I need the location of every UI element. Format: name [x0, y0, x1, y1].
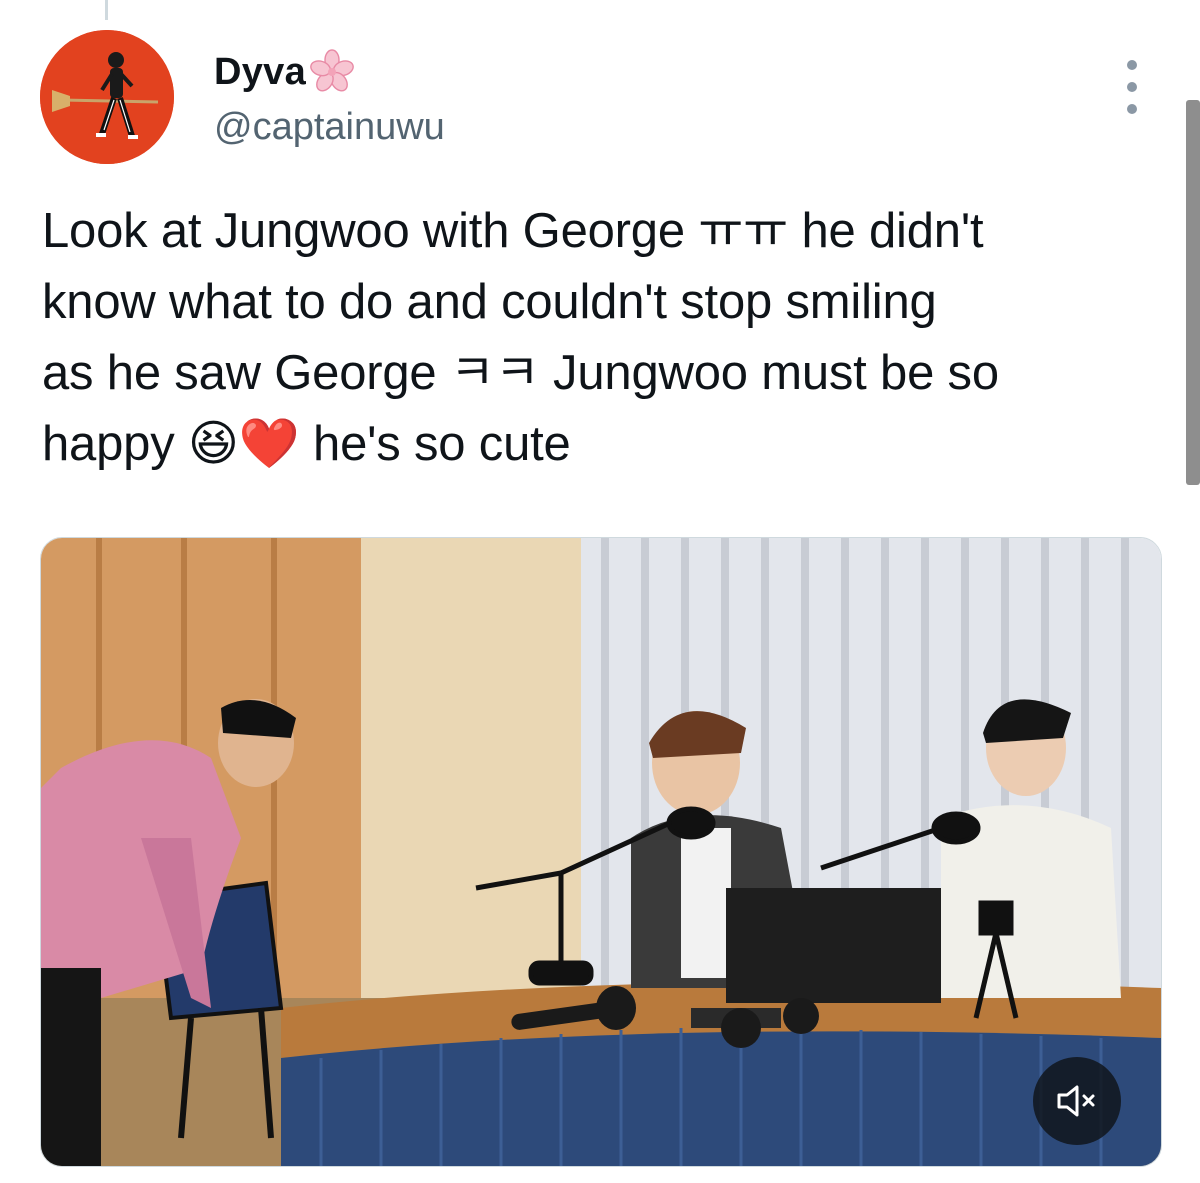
- laughing-emoji-icon: 😆: [187, 417, 239, 471]
- more-dot-icon: [1127, 104, 1137, 114]
- tweet-text-line: Look at Jungwoo with George ㅠㅠ he didn't: [42, 204, 984, 258]
- tweet-text-line: as he saw George ㅋㅋ Jungwoo must be so: [42, 346, 999, 400]
- tweet-text: Look at Jungwoo with George ㅠㅠ he didn't…: [42, 196, 1152, 480]
- avatar[interactable]: [40, 30, 174, 164]
- video-player[interactable]: [40, 537, 1162, 1167]
- avatar-illustration: [40, 30, 174, 164]
- scrollbar[interactable]: [1186, 100, 1200, 485]
- tweet-text-line: happy 😆❤️ he's so cute: [42, 409, 1152, 480]
- video-frame: [41, 538, 1161, 1166]
- display-name[interactable]: Dyva: [214, 51, 306, 94]
- thread-connector-line: [105, 0, 108, 20]
- cherry-blossom-icon: [310, 49, 354, 92]
- tweet-text-fragment: happy: [42, 417, 188, 471]
- tweet-text-fragment: he's so cute: [299, 417, 571, 471]
- speaker-muted-icon: [1057, 1085, 1095, 1117]
- more-options-button[interactable]: [1118, 60, 1146, 114]
- more-dot-icon: [1127, 82, 1137, 92]
- tweet-text-line: know what to do and couldn't stop smilin…: [42, 275, 937, 329]
- author-name-row[interactable]: Dyva: [214, 48, 356, 96]
- unmute-button[interactable]: [1033, 1057, 1121, 1145]
- more-dot-icon: [1127, 60, 1137, 70]
- user-handle[interactable]: @captainuwu: [214, 106, 445, 149]
- red-heart-emoji-icon: ❤️: [238, 417, 300, 471]
